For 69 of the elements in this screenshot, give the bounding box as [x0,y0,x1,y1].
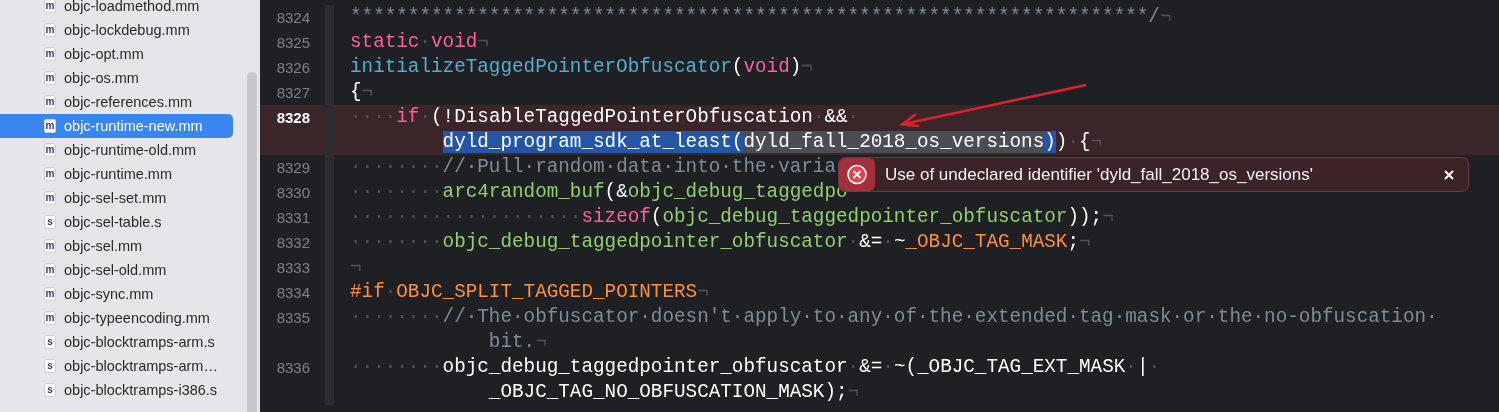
line-number: 8334 [275,283,310,303]
file-item[interactable]: m objc-os.mm [0,66,233,90]
file-icon: m [44,95,56,109]
close-icon [1444,169,1454,180]
code-line: ········ [350,305,443,330]
line-number: 8325 [275,33,310,53]
file-item[interactable]: m objc-runtime-old.mm [0,138,233,162]
file-icon: m [44,47,56,61]
file-item[interactable]: m objc-opt.mm [0,42,233,66]
file-icon: m [44,167,56,181]
file-icon: m [44,0,56,13]
line-number: 8329 [275,158,310,178]
file-icon: m [44,287,56,301]
file-icon: s [44,335,56,349]
code-line: *********************************************************************/¬ [350,6,1172,28]
file-item[interactable]: m objc-runtime.mm [0,162,233,186]
code-line: ········//·Pull·random·data·into·the·varia [350,156,836,178]
file-item[interactable]: m objc-lockdebug.mm [0,18,233,42]
code-line: bit.¬ [487,330,547,355]
file-item[interactable]: m objc-sync.mm [0,282,233,306]
file-item[interactable]: s objc-blocktramps-i386.s [0,378,233,402]
file-icon: m [44,263,56,277]
code-line: initializeTaggedPointerObfuscator(void)¬ [350,56,813,78]
code-line: ········ [350,355,443,380]
code-line: static·void¬ [350,31,489,53]
file-icon: s [44,215,56,229]
line-number: 8333 [275,258,310,278]
line-number: 8327 [275,83,310,103]
file-item[interactable]: m objc-sel-set.mm [0,186,233,210]
code-line: if·(!DisableTaggedPointerObfuscation·&&· [396,105,860,130]
line-number: 8330 [275,183,310,203]
file-icon: s [44,383,56,397]
file-icon: m [44,71,56,85]
code-line: ········objc_debug_taggedpointer_obfuscator·&=·~_OBJC_TAG_MASK;¬ [350,231,1091,253]
code-line: ····················sizeof(objc_debug_taggedpointer_obfuscator));¬ [350,206,1114,228]
line-number: 8326 [275,58,310,78]
file-icon: m [44,23,56,37]
scrollbar-thumb[interactable] [247,72,257,412]
file-item[interactable]: m objc-references.mm [0,90,233,114]
file-icon: m [44,311,56,325]
file-icon: m [44,239,56,253]
code-line: {¬ [350,81,374,103]
line-number: 8331 [275,208,310,228]
file-item[interactable]: m objc-sel.mm [0,234,233,258]
file-item[interactable]: m objc-typeencoding.mm [0,306,233,330]
file-item[interactable]: s objc-sel-table.s [0,210,233,234]
line-number: 8324 [275,8,310,28]
code-line: #if·OBJC_SPLIT_TAGGED_POINTERS¬ [350,281,709,303]
file-item[interactable]: s objc-blocktramps-arm.s [0,330,233,354]
error-message: Use of undeclared identifier 'dyld_fall_2018_os_versions' [885,164,1314,185]
code-line: ¬ [350,256,362,278]
file-icon: m [44,191,56,205]
file-item[interactable]: m objc-runtime-new.mm [0,114,233,138]
line-number: 8335 [275,308,310,328]
file-item[interactable]: m objc-sel-old.mm [0,258,233,282]
line-number: 8336 [275,358,310,378]
line-number: 8328 [275,108,310,128]
file-item[interactable]: m objc-loadmethod.mm [0,0,233,18]
code-line: dyld_program_sdk_at_least(dyld_fall_2018_os_versions))·{¬ [441,130,1103,155]
code-line: ···· [350,105,397,130]
code-line: _OBJC_TAG_NO_OBFUSCATION_MASK);¬ [487,380,860,405]
code-line: ········arc4random_buf(&objc_debug_taggedpo [350,181,848,203]
file-icon: m [44,119,56,133]
code-line: objc_debug_taggedpointer_obfuscator·&=·~(_OBJC_TAG_EXT_MASK·|· [442,355,1161,380]
file-icon: s [44,359,56,373]
line-number: 8332 [275,233,310,253]
code-line: //·The·obfuscator·doesn't·apply·to·any·of·the·extended·tag·mask·or·the·no-obfuscation· [442,305,1438,330]
file-item[interactable]: s objc-blocktramps-arm… [0,354,233,378]
file-icon: m [44,143,56,157]
